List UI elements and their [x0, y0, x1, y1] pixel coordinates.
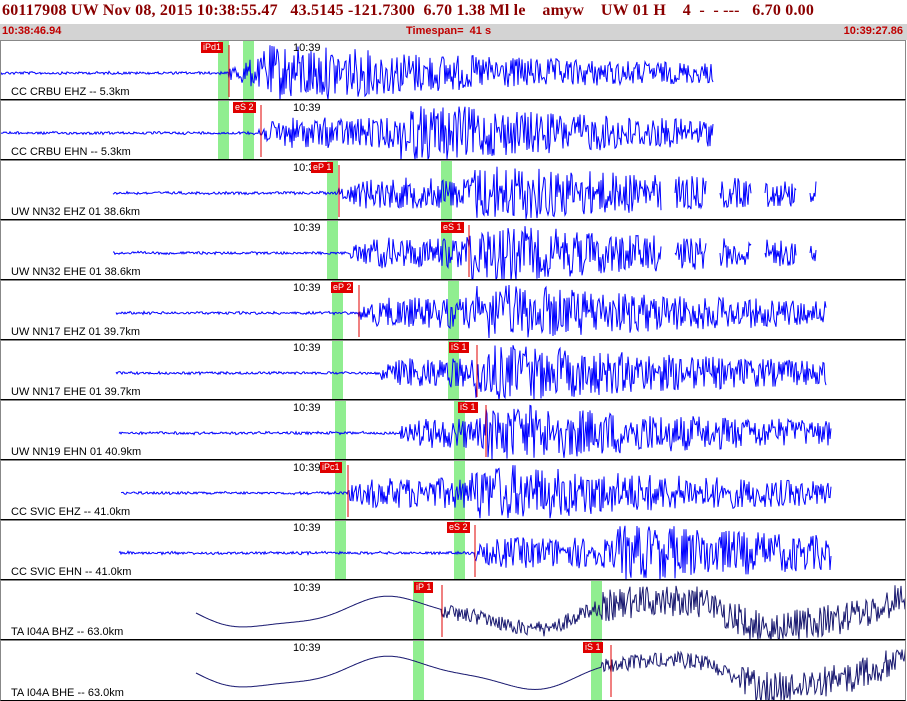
waveform-line [120, 465, 832, 519]
trace-panel[interactable]: 10:39 eS 2 CC CRBU EHN -- 5.3km [0, 100, 906, 160]
channel-label: CC SVIC EHN -- 41.0km [11, 566, 132, 578]
seismogram-trace [1, 41, 714, 99]
trace-panel-list: 10:39 iPd1 CC CRBU EHZ -- 5.3km 10:39 eS 2 CC… [0, 40, 907, 701]
trace-panel[interactable]: 10:39 iS 1 UW NN19 EHN 01 40.9km [0, 400, 906, 460]
trace-panel[interactable]: 10:39 iS 1 TA I04A BHE -- 63.0km [0, 640, 906, 701]
time-mark-label: 10:39 [293, 462, 321, 474]
time-mark-label: 10:39 [293, 402, 321, 414]
trace-panel[interactable]: 10:39 iPd1 CC CRBU EHZ -- 5.3km [0, 40, 906, 100]
time-mark-label: 10:39 [293, 42, 321, 54]
trace-panel[interactable]: 10:39 iP 1 TA I04A BHZ -- 63.0km [0, 580, 906, 640]
seismogram-trace [195, 581, 905, 639]
channel-label: UW NN17 EHE 01 39.7km [11, 386, 141, 398]
channel-label: UW NN19 EHN 01 40.9km [11, 446, 142, 458]
channel-label: TA I04A BHZ -- 63.0km [11, 626, 124, 638]
time-mark-label: 10:39 [293, 282, 321, 294]
time-mark-label: 10:39 [293, 102, 321, 114]
time-mark-label: 10:39 [293, 222, 321, 234]
pick-label[interactable]: iS 1 [449, 342, 469, 353]
pick-label[interactable]: iS 1 [583, 642, 603, 653]
time-mark-label: 10:39 [293, 342, 321, 354]
phase-window [413, 641, 424, 700]
channel-label: UW NN32 EHE 01 38.6km [11, 266, 141, 278]
trace-panel[interactable]: 10:39 eP 1 UW NN32 EHZ 01 38.6km [0, 160, 906, 220]
end-time: 10:39:27.86 [843, 25, 903, 37]
pick-label[interactable]: eS 2 [447, 522, 470, 533]
channel-label: CC SVIC EHZ -- 41.0km [11, 506, 131, 518]
event-header: 60117908 UW Nov 08, 2015 10:38:55.47 43.… [0, 0, 907, 40]
event-title: 60117908 UW Nov 08, 2015 10:38:55.47 43.… [2, 2, 815, 19]
waveform-line [118, 404, 832, 459]
trace-panel[interactable]: 10:39 eP 2 UW NN17 EHZ 01 39.7km [0, 280, 906, 340]
trace-panel[interactable]: 10:39 iS 1 UW NN17 EHE 01 39.7km [0, 340, 906, 400]
waveform-line [115, 345, 827, 399]
time-mark-label: 10:39 [293, 522, 321, 534]
channel-label: UW NN17 EHZ 01 39.7km [11, 326, 140, 338]
time-bar: 10:38:46.94 Timespan= 41 s 10:39:27.86 [0, 24, 907, 40]
waveform-line [112, 226, 817, 279]
pick-label[interactable]: iPc1 [320, 462, 342, 473]
seismogram-trace [195, 641, 905, 700]
trace-panel[interactable]: 10:39 iPc1 CC SVIC EHZ -- 41.0km [0, 460, 906, 520]
phase-window [448, 281, 459, 339]
channel-label: UW NN32 EHZ 01 38.6km [11, 206, 140, 218]
pick-label[interactable]: eP 2 [331, 282, 354, 293]
pick-label[interactable]: iP 1 [414, 582, 434, 593]
phase-window [327, 221, 338, 279]
time-mark-label: 10:39 [293, 582, 321, 594]
channel-label: CC CRBU EHN -- 5.3km [11, 146, 131, 158]
phase-window [218, 101, 229, 159]
phase-window [335, 401, 346, 459]
pick-label[interactable]: iS 1 [458, 402, 478, 413]
channel-label: CC CRBU EHZ -- 5.3km [11, 86, 130, 98]
pick-label[interactable]: iPd1 [201, 42, 224, 53]
time-mark-label: 10:39 [293, 642, 321, 654]
trace-panel[interactable]: 10:39 eS 2 CC SVIC EHN -- 41.0km [0, 520, 906, 580]
waveform-line [115, 284, 827, 339]
pick-label[interactable]: eS 2 [233, 102, 256, 113]
waveform-line [112, 166, 817, 219]
seismogram-trace [1, 101, 714, 159]
channel-label: TA I04A BHE -- 63.0km [11, 687, 124, 699]
start-time: 10:38:46.94 [2, 25, 62, 37]
seismogram-trace [120, 461, 832, 519]
pick-label[interactable]: eS 1 [441, 222, 464, 233]
timespan-label: Timespan= 41 s [406, 25, 492, 37]
phase-window [335, 521, 346, 579]
trace-panel[interactable]: 10:39 eS 1 UW NN32 EHE 01 38.6km [0, 220, 906, 280]
phase-window [332, 341, 343, 399]
pick-label[interactable]: eP 1 [311, 162, 334, 173]
phase-window [591, 581, 602, 639]
